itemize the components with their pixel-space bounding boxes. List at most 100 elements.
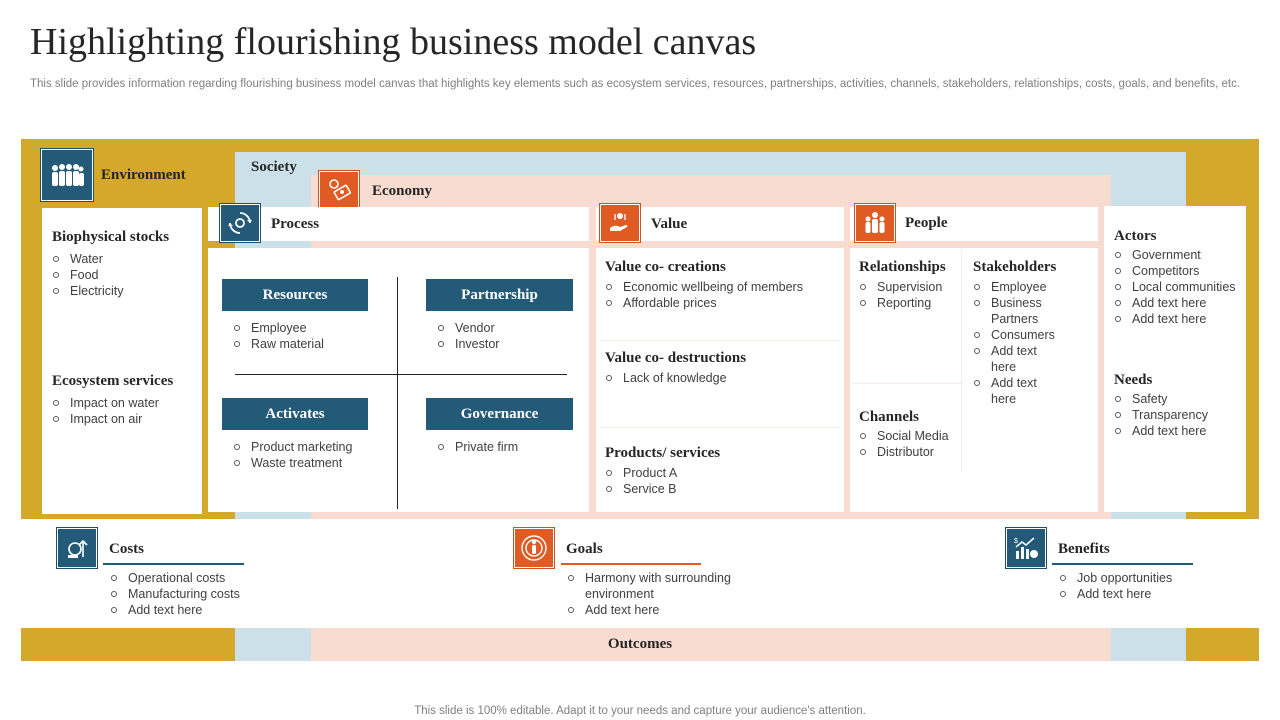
list-item: Product marketing <box>233 439 393 455</box>
outcomes-label: Outcomes <box>607 636 673 652</box>
list-item: Reporting <box>859 295 959 311</box>
list-item: Business Partners <box>973 295 1065 327</box>
footer-note: This slide is 100% editable. Adapt it to… <box>414 705 866 717</box>
process-header <box>208 207 589 241</box>
list-item: Impact on air <box>52 411 202 427</box>
list-item: Investor <box>437 336 577 352</box>
list-item: Product A <box>605 465 841 481</box>
value-divider-2 <box>598 427 842 428</box>
list-item: Social Media <box>859 428 959 444</box>
list-item: Transparency <box>1114 407 1246 423</box>
value-label: Value <box>651 216 688 232</box>
list-item: Add text here <box>1114 311 1246 327</box>
svg-text:$: $ <box>1014 538 1018 545</box>
governance-header: Governance <box>426 398 573 430</box>
list-item: Add text here <box>1059 586 1229 602</box>
environment-label: Environment <box>101 167 186 183</box>
list-item: Water <box>52 251 202 267</box>
ecosystem-heading: Ecosystem services <box>52 373 174 389</box>
actors-heading: Actors <box>1114 228 1157 244</box>
list-item: Supervision <box>859 279 959 295</box>
benefits-list: Job opportunities Add text here <box>1059 570 1229 602</box>
list-item: Add text here <box>110 602 280 618</box>
people-group-icon <box>42 150 92 200</box>
benefit-chart-icon: $ <box>1007 529 1045 567</box>
resources-header: Resources <box>222 279 368 311</box>
stakeholders-list: Employee Business Partners Consumers Add… <box>973 279 1065 407</box>
page-subtitle: This slide provides information regardin… <box>30 78 1241 90</box>
list-item: Raw material <box>233 336 393 352</box>
list-item: Distributor <box>859 444 959 460</box>
hand-value-icon <box>601 205 639 241</box>
value-icon-box <box>599 203 641 243</box>
list-item: Harmony with surrounding environment <box>567 570 757 602</box>
gear-cycle-icon <box>221 205 259 241</box>
needs-list: Safety Transparency Add text here <box>1114 391 1246 439</box>
economy-label: Economy <box>372 183 432 199</box>
list-item: Food <box>52 267 202 283</box>
value-destructions-heading: Value co- destructions <box>605 350 747 366</box>
list-item: Add text here <box>567 602 757 618</box>
costs-heading: Costs <box>109 541 145 557</box>
goals-underline <box>561 563 701 565</box>
list-item: Safety <box>1114 391 1246 407</box>
list-item: Operational costs <box>110 570 280 586</box>
list-item: Impact on water <box>52 395 202 411</box>
products-heading: Products/ services <box>605 445 721 461</box>
process-label: Process <box>271 216 320 232</box>
costs-icon-box <box>56 527 98 569</box>
list-item: Local communities <box>1114 279 1246 295</box>
people-label: People <box>905 215 948 231</box>
list-item: Service B <box>605 481 841 497</box>
list-item: Waste treatment <box>233 455 393 471</box>
list-item: Add text here <box>973 375 1065 407</box>
value-divider-1 <box>598 340 842 341</box>
channels-heading: Channels <box>859 409 920 425</box>
cost-growth-icon <box>58 529 96 567</box>
list-item: Consumers <box>973 327 1065 343</box>
relationships-heading: Relationships <box>859 259 946 275</box>
list-item: Affordable prices <box>605 295 841 311</box>
economy-icon-box <box>318 170 360 210</box>
ecosystem-list: Impact on water Impact on air <box>52 395 202 427</box>
benefits-underline <box>1052 563 1193 565</box>
activates-header: Activates <box>222 398 368 430</box>
value-destructions-list: Lack of knowledge <box>605 370 841 386</box>
list-item: Add text here <box>1114 423 1246 439</box>
people-vertical-divider <box>961 250 962 472</box>
resources-list: Employee Raw material <box>233 320 393 352</box>
channels-list: Social Media Distributor <box>859 428 959 460</box>
goals-heading: Goals <box>566 541 603 557</box>
relationships-list: Supervision Reporting <box>859 279 959 311</box>
goals-icon-box <box>513 527 555 569</box>
products-list: Product A Service B <box>605 465 841 497</box>
environment-icon-box <box>40 148 94 202</box>
list-item: Employee <box>233 320 393 336</box>
biophysical-list: Water Food Electricity <box>52 251 202 299</box>
process-icon-box <box>219 203 261 243</box>
process-vertical-divider <box>397 277 398 509</box>
stakeholders-heading: Stakeholders <box>973 259 1057 275</box>
list-item: Add text here <box>973 343 1065 375</box>
list-item: Lack of knowledge <box>605 370 841 386</box>
partnership-header: Partnership <box>426 279 573 311</box>
list-item: Electricity <box>52 283 202 299</box>
team-icon <box>856 205 894 241</box>
people-icon-box <box>854 203 896 243</box>
list-item: Government <box>1114 247 1246 263</box>
list-item: Economic wellbeing of members <box>605 279 841 295</box>
list-item: Employee <box>973 279 1065 295</box>
list-item: Private firm <box>437 439 577 455</box>
partnership-list: Vendor Investor <box>437 320 577 352</box>
society-label: Society <box>251 159 297 175</box>
costs-list: Operational costs Manufacturing costs Ad… <box>110 570 280 618</box>
page-title: Highlighting flourishing business model … <box>30 21 757 63</box>
list-item: Add text here <box>1114 295 1246 311</box>
costs-underline <box>103 563 244 565</box>
target-person-icon <box>515 529 553 567</box>
benefits-icon-box: $ <box>1005 527 1047 569</box>
needs-heading: Needs <box>1114 372 1153 388</box>
list-item: Job opportunities <box>1059 570 1229 586</box>
benefits-heading: Benefits <box>1058 541 1110 557</box>
activates-list: Product marketing Waste treatment <box>233 439 393 471</box>
